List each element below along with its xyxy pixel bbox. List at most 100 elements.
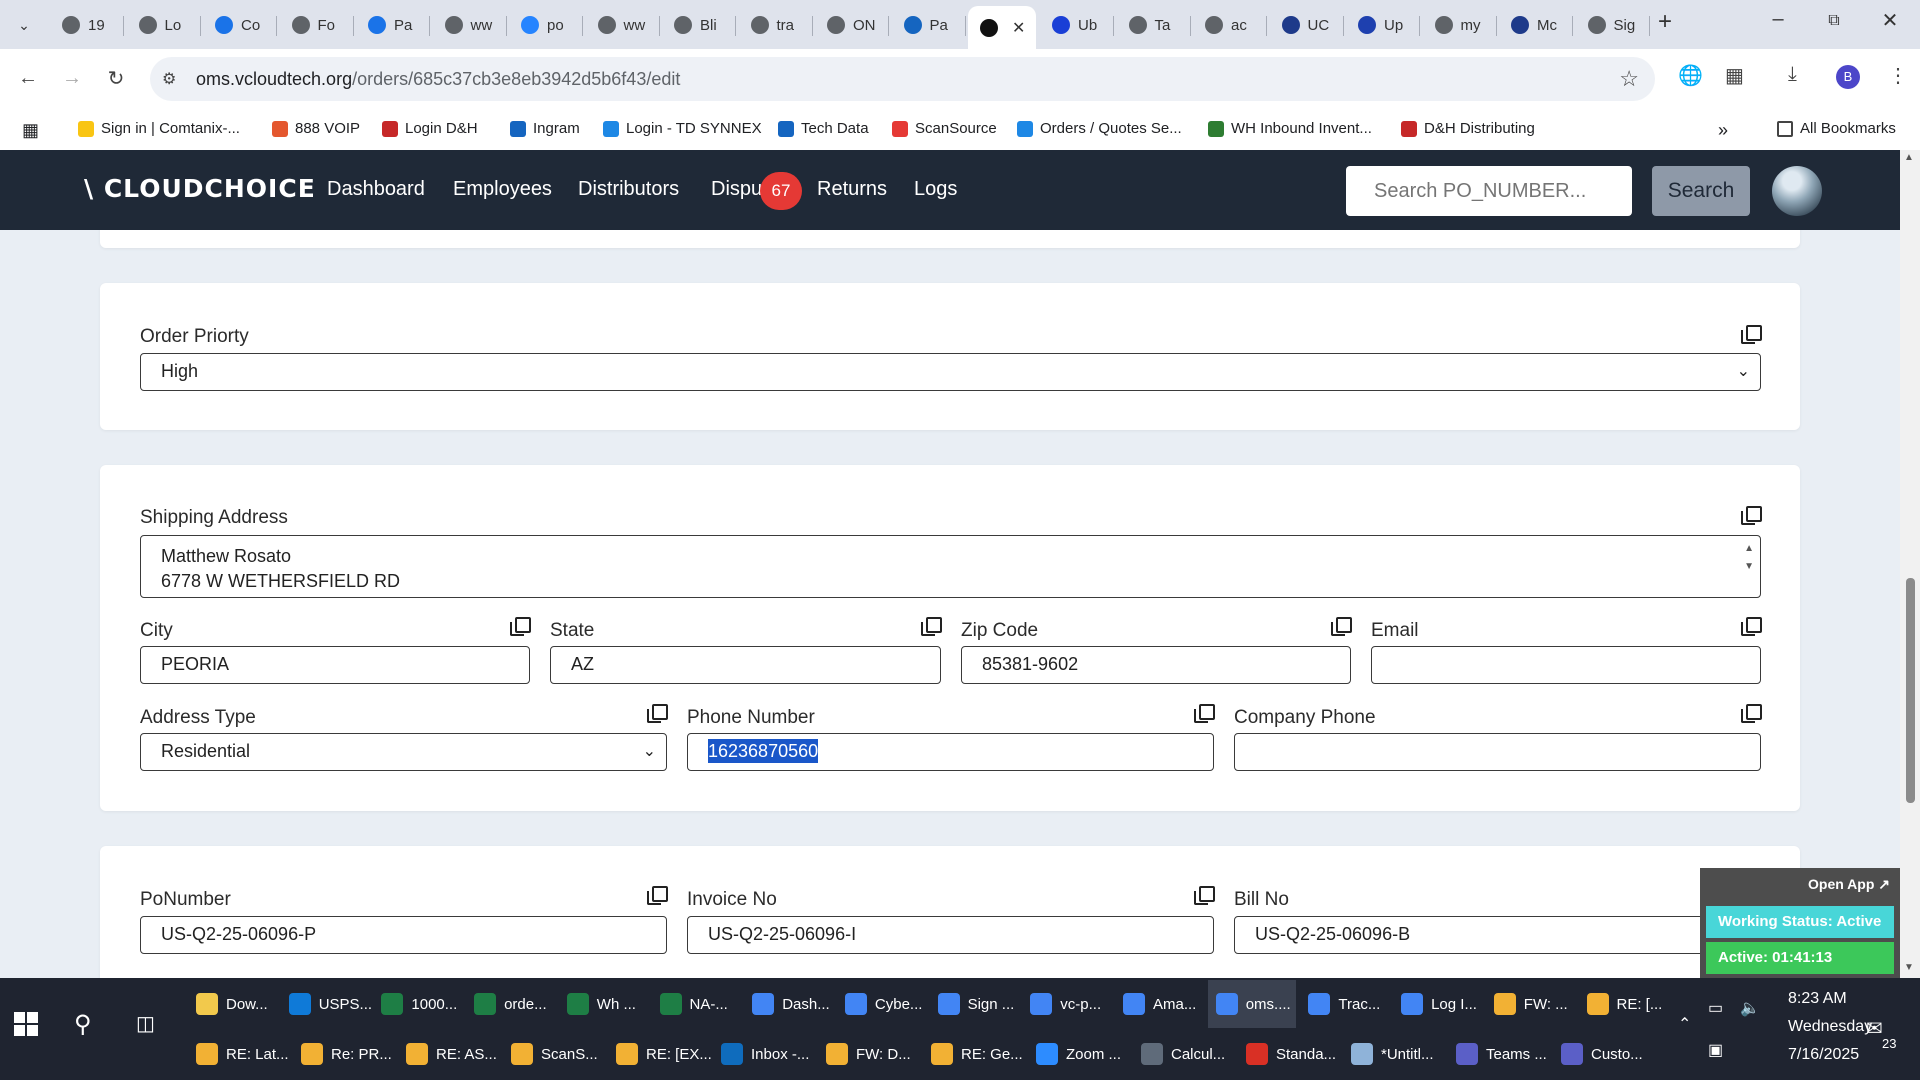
taskbar-app-button[interactable]: ScanS... [503,1030,604,1078]
city-input[interactable]: PEORIA [140,646,530,684]
browser-tab[interactable]: Bli [662,6,736,44]
user-avatar[interactable] [1772,166,1822,216]
open-app-link[interactable]: Open App ↗ [1808,876,1890,893]
nav-disputes[interactable]: Dispu [711,178,762,201]
email-input[interactable] [1371,646,1761,684]
menu-kebab-icon[interactable]: ⋮ [1888,63,1908,88]
bookmark-item[interactable]: Login - TD SYNNEX [603,120,762,137]
bookmark-item[interactable]: D&H Distributing [1401,120,1535,137]
nav-distributors[interactable]: Distributors [578,178,679,201]
clock-date[interactable]: 7/16/2025 [1788,1046,1859,1064]
close-window-icon[interactable]: ✕ [1870,8,1910,33]
search-icon[interactable]: ⚲ [74,1010,92,1039]
restore-icon[interactable]: ⧉ [1814,12,1854,30]
copy-icon[interactable] [1194,886,1215,905]
browser-tab[interactable]: Pa [356,6,430,44]
bookmark-item[interactable]: Sign in | Comtanix-... [78,120,240,137]
taskbar-app-button[interactable]: Log I... [1393,980,1482,1028]
nav-logs[interactable]: Logs [914,178,957,201]
bill-no-input[interactable]: US-Q2-25-06096-B [1234,916,1761,954]
clock-day[interactable]: Wednesday [1788,1018,1872,1036]
textarea-scroll-arrows[interactable]: ▲ ▼ [1744,540,1754,576]
search-button[interactable]: Search [1652,166,1750,216]
po-number-input[interactable]: US-Q2-25-06096-P [140,916,667,954]
browser-tab[interactable]: tra [739,6,813,44]
order-priority-select[interactable]: High ⌄ [140,353,1761,391]
taskbar-app-button[interactable]: FW: D... [818,1030,919,1078]
bookmark-item[interactable]: Orders / Quotes Se... [1017,120,1182,137]
task-view-icon[interactable]: ◫ [136,1011,155,1036]
new-tab-button[interactable]: + [1650,8,1680,36]
taskbar-app-button[interactable]: Trac... [1300,980,1389,1028]
address-bar[interactable]: ⚙ oms.vcloudtech.org/orders/685c37cb3e8e… [150,57,1655,101]
scroll-up-icon[interactable]: ▲ [1904,152,1914,163]
browser-tab[interactable]: Ub [1040,6,1114,44]
shipping-address-textarea[interactable]: Matthew Rosato 6778 W WETHERSFIELD RD ▲ ▼ [140,535,1761,598]
copy-icon[interactable] [1331,617,1352,636]
copy-icon[interactable] [647,886,668,905]
browser-tab[interactable]: ac [1193,6,1267,44]
state-input[interactable]: AZ [550,646,941,684]
browser-tab[interactable]: Sig [1576,6,1650,44]
minimize-icon[interactable]: – [1758,8,1798,31]
invoice-no-input[interactable]: US-Q2-25-06096-I [687,916,1214,954]
taskbar-app-button[interactable]: Dow... [188,980,277,1028]
page-scrollbar[interactable]: ▲ ▼ [1900,150,1920,978]
scroll-down-icon[interactable]: ▼ [1904,962,1914,973]
taskbar-app-button[interactable]: Ama... [1115,980,1204,1028]
copy-icon[interactable] [1194,704,1215,723]
taskbar-app-button[interactable]: Calcul... [1133,1030,1234,1078]
site-info-icon[interactable]: ⚙ [162,69,176,89]
copy-icon[interactable] [921,617,942,636]
network-icon[interactable]: ▣ [1708,1040,1723,1060]
nav-dashboard[interactable]: Dashboard [327,178,425,201]
address-type-select[interactable]: Residential ⌄ [140,733,667,771]
copy-icon[interactable] [1741,704,1762,723]
download-icon[interactable]: ⤓ [1788,63,1797,86]
notifications-icon[interactable]: ✉ [1866,1016,1883,1041]
url-text[interactable]: oms.vcloudtech.org/orders/685c37cb3e8eb3… [196,69,680,90]
taskbar-app-button[interactable]: Teams ... [1448,1030,1549,1078]
taskbar-app-button[interactable]: 1000... [373,980,462,1028]
taskbar-app-button[interactable]: Re: PR... [293,1030,394,1078]
taskbar-app-button[interactable]: Zoom ... [1028,1030,1129,1078]
browser-tab[interactable]: po [509,6,583,44]
browser-tab[interactable]: Co [203,6,277,44]
browser-tab[interactable]: Lo [127,6,201,44]
bookmark-star-icon[interactable]: ☆ [1619,66,1639,92]
browser-tab[interactable]: ww [586,6,660,44]
forward-icon[interactable]: → [56,62,88,94]
browser-tab[interactable]: UC [1270,6,1344,44]
cloudchoice-logo[interactable]: \ CLOUDCHOICE [84,174,316,203]
close-tab-icon[interactable]: ✕ [1012,18,1025,38]
taskbar-app-button[interactable]: RE: Lat... [188,1030,289,1078]
browser-tab[interactable]: my [1423,6,1497,44]
windows-start-icon[interactable] [14,1012,38,1036]
taskbar-app-button[interactable]: oms.... [1207,980,1297,1028]
apps-grid-icon[interactable]: ▦ [22,120,39,141]
taskbar-app-button[interactable]: FW: ... [1486,980,1575,1028]
company-phone-input[interactable] [1234,733,1761,771]
taskbar-app-button[interactable]: Sign ... [930,980,1019,1028]
browser-tab[interactable]: Ta [1117,6,1191,44]
bookmark-item[interactable]: WH Inbound Invent... [1208,120,1372,137]
browser-tab[interactable]: ww [433,6,507,44]
reload-icon[interactable]: ↻ [100,62,132,94]
translate-globe-icon[interactable]: 🌐 [1678,63,1703,88]
browser-tab[interactable]: ✕ [968,6,1036,49]
bookmark-item[interactable]: Login D&H [382,120,478,137]
taskbar-app-button[interactable]: Dash... [744,980,833,1028]
taskbar-app-button[interactable]: *Untitl... [1343,1030,1444,1078]
taskbar-app-button[interactable]: RE: [EX... [608,1030,712,1078]
show-hidden-icons-icon[interactable]: ⌃ [1678,1014,1691,1034]
taskbar-app-button[interactable]: Wh ... [559,980,648,1028]
taskbar-app-button[interactable]: Standa... [1238,1030,1339,1078]
browser-tab[interactable]: ON [815,6,889,44]
copy-icon[interactable] [1741,617,1762,636]
bookmark-item[interactable]: Tech Data [778,120,869,137]
tab-search-chevron-icon[interactable]: ⌄ [8,10,40,40]
taskbar-app-button[interactable]: vc-p... [1022,980,1111,1028]
scrollbar-thumb[interactable] [1906,578,1915,803]
battery-icon[interactable]: ▭ [1708,998,1723,1018]
taskbar-app-button[interactable]: NA-... [652,980,741,1028]
